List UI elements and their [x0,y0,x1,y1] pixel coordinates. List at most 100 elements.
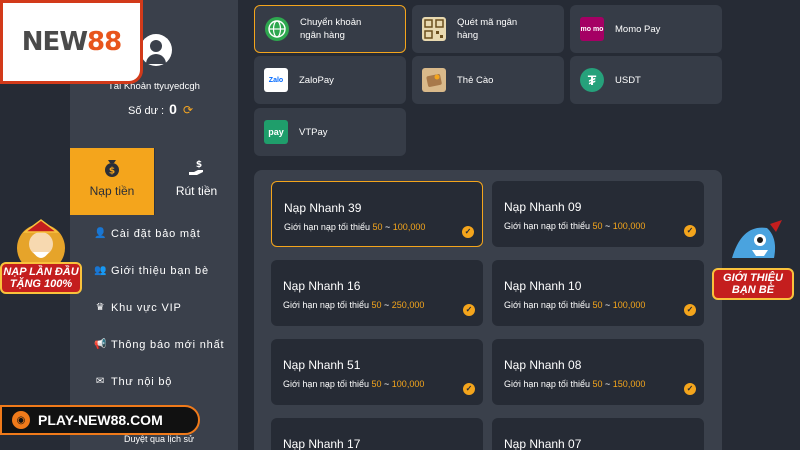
limit-min: 50 [372,222,383,232]
quick-deposit-card[interactable]: Nạp Nhanh 08 Giới hạn nạp tối thiểu 50 ~… [492,339,704,405]
tether-icon: ₮ [580,68,604,92]
quick-deposit-name: Nạp Nhanh 39 [284,201,362,215]
quick-deposit-name: Nạp Nhanh 09 [504,200,582,214]
menu-item-label: Giới thiệu bạn bè [111,264,209,277]
limit-max: 250,000 [391,300,425,310]
menu-item-notifications[interactable]: 📢 Thông báo mới nhất [70,326,238,363]
limit-prefix: Giới hạn nạp tối thiểu [283,300,369,310]
payment-qr-scan[interactable]: Quét mã ngân hàng [412,5,564,53]
balance: Số dư : 0 ⟳ [128,101,193,117]
site-url-banner[interactable]: ◉ PLAY-NEW88.COM [0,405,200,435]
quick-deposit-card[interactable]: Nạp Nhanh 07 [492,418,704,450]
limit-min: 50 [592,300,603,310]
quick-deposit-limit: Giới hạn nạp tối thiểu 50 ~ 100,000 [504,300,645,310]
menu-item-referral[interactable]: 👥 Giới thiệu bạn bè [70,252,238,289]
globe-icon: ◉ [12,411,30,429]
payment-zalopay[interactable]: Zalo ZaloPay [254,56,406,104]
quick-deposit-limit: Giới hạn nạp tối thiểu 50 ~ 100,000 [504,221,645,231]
scratch-card-icon [422,68,446,92]
promo-line1: NẠP LẦN ĐẦU [3,266,79,278]
sidebar-menu: 👤 Cài đặt bảo mật 👥 Giới thiệu bạn bè ♛ … [70,215,238,400]
globe-icon [265,17,289,41]
menu-item-security[interactable]: 👤 Cài đặt bảo mật [70,215,238,252]
logo-text-88: 88 [87,27,122,57]
quick-deposit-name: Nạp Nhanh 17 [283,437,361,450]
quick-deposit-name: Nạp Nhanh 51 [283,358,361,372]
check-icon: ✓ [684,383,696,395]
promo-banner: GIỚI THIỆU BẠN BÈ [712,268,794,300]
vtpay-icon: pay [264,120,288,144]
tab-deposit[interactable]: $ Nạp tiền [70,148,154,215]
promo-banner: NẠP LẦN ĐẦU TẶNG 100% [0,262,82,294]
payment-label: VTPay [299,126,328,138]
balance-value: 0 [169,101,177,117]
history-link[interactable]: Duyệt qua lịch sử [124,434,194,444]
limit-prefix: Giới hạn nạp tối thiểu [504,221,590,231]
quick-deposit-card[interactable]: Nạp Nhanh 09 Giới hạn nạp tối thiểu 50 ~… [492,181,704,247]
crown-icon: ♛ [95,302,106,313]
limit-prefix: Giới hạn nạp tối thiểu [504,379,590,389]
user-lock-icon: 👤 [94,228,108,239]
menu-item-label: Thông báo mới nhất [111,338,225,351]
payment-bank-transfer[interactable]: Chuyển khoản ngân hàng [254,5,406,53]
limit-max: 100,000 [612,300,646,310]
limit-max: 150,000 [612,379,646,389]
momo-icon: mo mo [580,17,604,41]
qr-code-icon [422,17,446,41]
money-bag-icon: $ [105,160,119,177]
payment-label: USDT [615,74,641,86]
tab-withdraw[interactable]: $ Rút tiền [154,148,238,215]
limit-sep: ~ [605,379,611,389]
limit-sep: ~ [385,222,391,232]
avatar-body [146,54,166,64]
quick-deposit-card[interactable]: Nạp Nhanh 51 Giới hạn nạp tối thiểu 50 ~… [271,339,483,405]
logo-text: NEW88 [22,27,122,57]
limit-sep: ~ [384,300,390,310]
quick-deposit-limit: Giới hạn nạp tối thiểu 50 ~ 100,000 [284,222,425,232]
check-icon: ✓ [684,225,696,237]
referral-promo[interactable]: GIỚI THIỆU BẠN BÈ [712,218,794,318]
quick-deposit-name: Nạp Nhanh 10 [504,279,582,293]
quick-deposit-card[interactable]: Nạp Nhanh 16 Giới hạn nạp tối thiểu 50 ~… [271,260,483,326]
site-url-text: PLAY-NEW88.COM [38,412,163,428]
limit-max: 100,000 [612,221,646,231]
people-icon: 👥 [94,265,108,276]
payment-scratch-card[interactable]: Thẻ Cào [412,56,564,104]
refresh-icon[interactable]: ⟳ [183,103,193,117]
quick-deposit-card[interactable]: Nạp Nhanh 17 [271,418,483,450]
quick-deposit-name: Nạp Nhanh 16 [283,279,361,293]
mail-icon: ✉ [95,376,106,387]
shark-mascot-icon [732,220,782,258]
check-icon: ✓ [684,304,696,316]
limit-min: 50 [371,300,382,310]
limit-sep: ~ [605,300,611,310]
payment-momo[interactable]: mo mo Momo Pay [570,5,722,53]
quick-deposit-card[interactable]: Nạp Nhanh 39 Giới hạn nạp tối thiểu 50 ~… [271,181,483,247]
first-deposit-promo[interactable]: NẠP LẦN ĐẦU TẶNG 100% [0,218,82,318]
balance-label: Số dư : [128,105,165,117]
megaphone-icon: 📢 [94,339,108,350]
menu-item-vip[interactable]: ♛ Khu vực VIP [70,289,238,326]
promo-line2: TẶNG 100% [9,278,73,290]
menu-item-label: Thư nội bộ [111,375,173,388]
quick-deposit-limit: Giới hạn nạp tối thiểu 50 ~ 150,000 [504,379,645,389]
payment-vtpay[interactable]: pay VTPay [254,108,406,156]
payment-label: Momo Pay [615,23,661,35]
svg-text:$: $ [109,167,115,177]
limit-prefix: Giới hạn nạp tối thiểu [504,300,590,310]
menu-item-inbox[interactable]: ✉ Thư nội bộ [70,363,238,400]
check-icon: ✓ [463,383,475,395]
svg-text:$: $ [195,160,201,170]
avatar-icon [140,34,172,66]
zalopay-icon: Zalo [264,68,288,92]
promo-line2: BẠN BÈ [731,284,775,296]
avatar-head [150,40,162,52]
limit-sep: ~ [384,379,390,389]
hand-money-icon: $ [188,160,203,175]
quick-deposit-name: Nạp Nhanh 08 [504,358,582,372]
payment-label: Quét mã ngân hàng [457,17,518,41]
payment-usdt[interactable]: ₮ USDT [570,56,722,104]
check-icon: ✓ [463,304,475,316]
payment-label: ZaloPay [299,74,334,86]
quick-deposit-card[interactable]: Nạp Nhanh 10 Giới hạn nạp tối thiểu 50 ~… [492,260,704,326]
